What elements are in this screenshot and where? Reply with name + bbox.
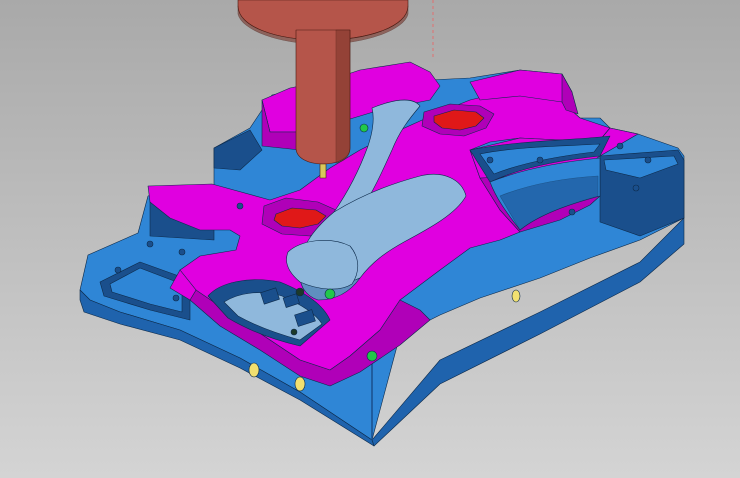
screw-hole-6 [616,142,624,150]
screw-hole-5 [172,294,180,302]
screw-hole-1 [146,240,154,248]
dark-marker-bowl-a [295,287,305,297]
screw-hole-4 [114,266,122,274]
bolt-hole-front-a [248,362,260,378]
bolt-hole-front-b [294,376,306,392]
screw-hole-9 [486,156,494,164]
screw-hole-3 [236,202,244,210]
cad-3d-viewport[interactable] [0,0,740,478]
green-marker-bowl [324,288,336,300]
screw-hole-8 [632,184,640,192]
spindle-tool-tip [319,163,327,179]
screw-hole-11 [568,208,576,216]
screw-hole-2 [178,248,186,256]
spindle-shank-shade [335,29,351,164]
dark-marker-bowl-b [290,328,298,336]
mold-model-scene[interactable] [0,0,740,478]
screw-hole-10 [536,156,544,164]
green-marker-rear [359,123,369,133]
bolt-hole-right [511,289,521,303]
green-marker-front [366,350,378,362]
screw-hole-7 [644,156,652,164]
